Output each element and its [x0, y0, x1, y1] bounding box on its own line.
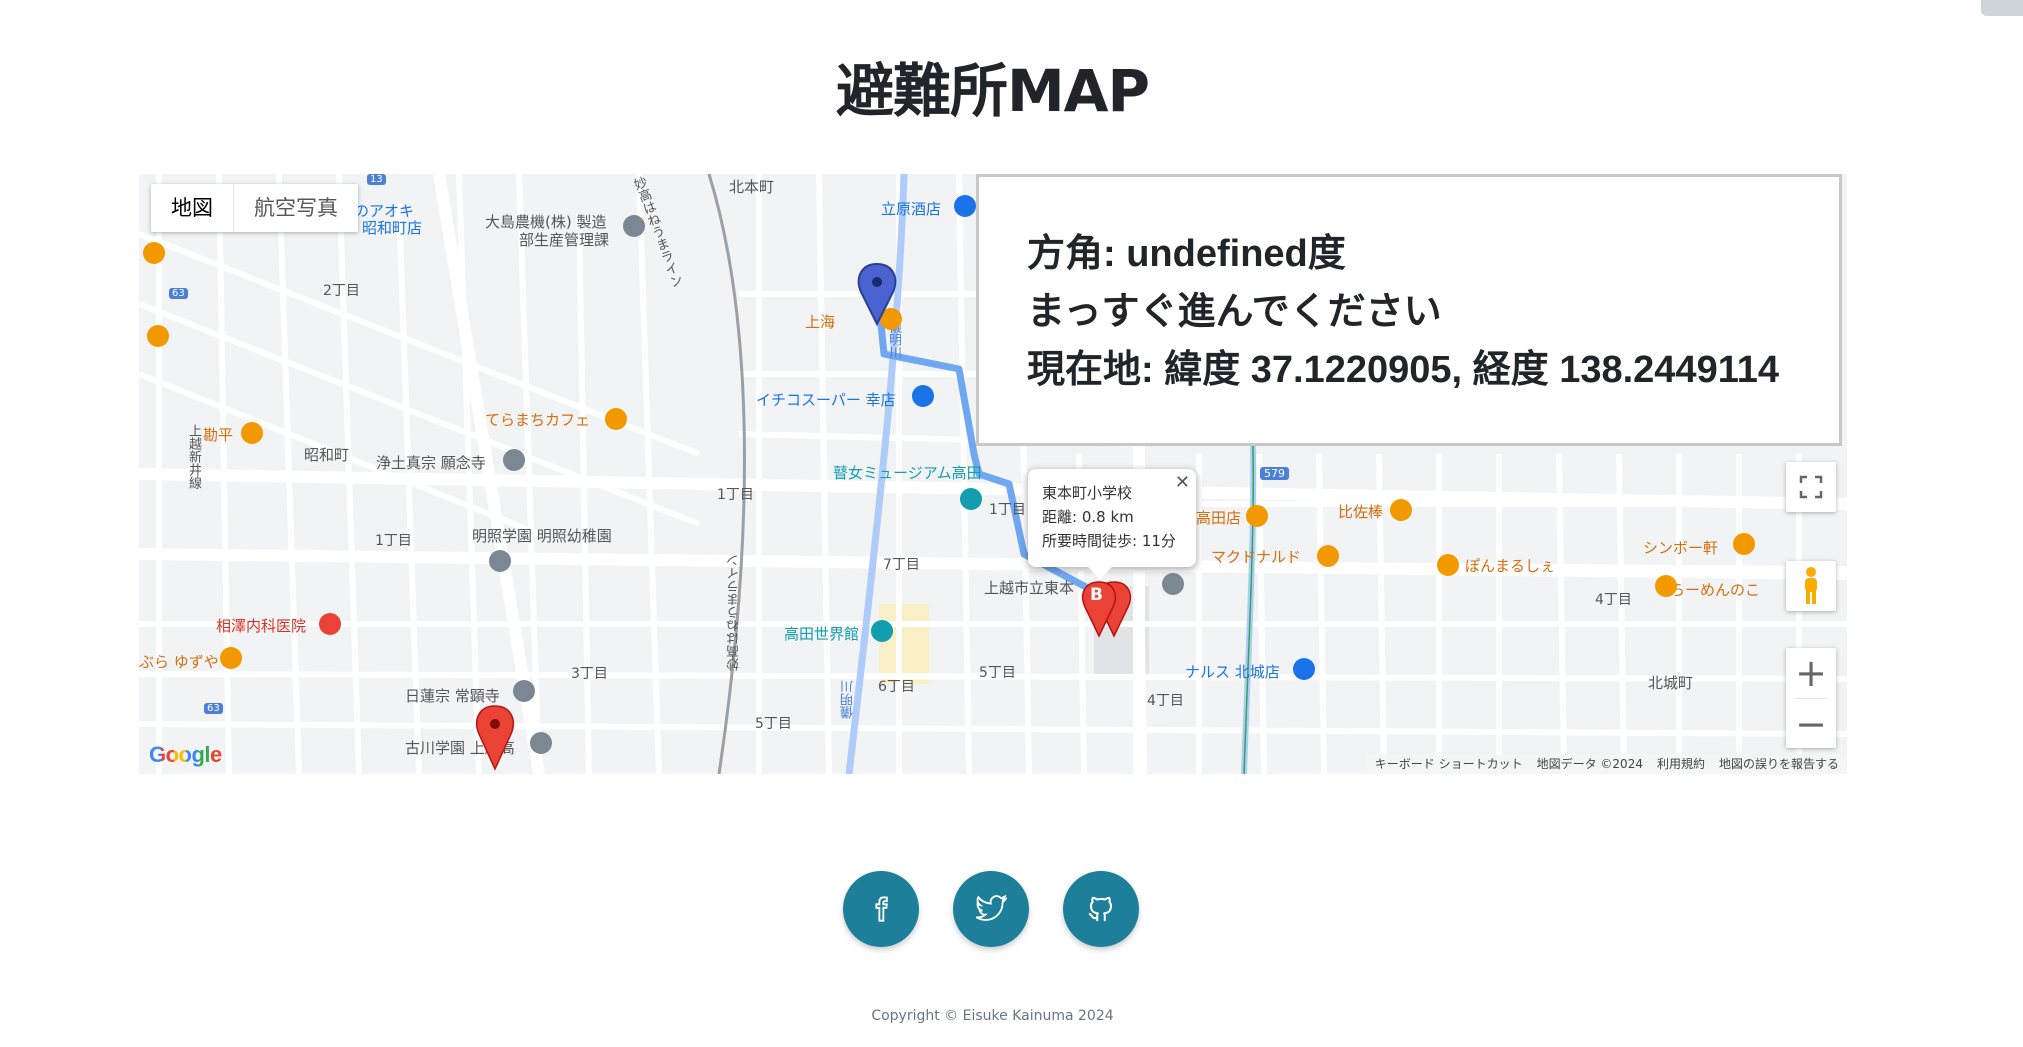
- google-logo-text: Google: [149, 742, 222, 767]
- current-location-text: 現在地: 緯度 37.1220905, 経度 138.2449114: [1027, 349, 1780, 391]
- hospital-icon: [319, 613, 341, 635]
- map-type-control: 地図 航空写真: [151, 184, 358, 232]
- zoom-out-button[interactable]: −: [1786, 699, 1836, 749]
- facebook-icon: [875, 896, 888, 922]
- report-error-link[interactable]: 地図の誤りを報告する: [1719, 754, 1839, 774]
- shelter-name: 東本町小学校: [1042, 484, 1133, 502]
- navigation-panel: 方角: undefined度 まっすぐ進んでください 現在地: 緯度 37.12…: [976, 174, 1842, 446]
- google-logo: Google: [149, 742, 222, 768]
- street-view-pegman[interactable]: [1786, 561, 1836, 611]
- fullscreen-icon: [1799, 475, 1823, 499]
- terms-link[interactable]: 利用規約: [1657, 754, 1705, 774]
- map-attribution: キーボード ショートカット 地図データ ©2024 利用規約 地図の誤りを報告す…: [1366, 754, 1847, 774]
- map-type-satellite[interactable]: 航空写真: [234, 184, 358, 232]
- page-title: 避難所MAP: [835, 57, 1150, 125]
- shelter-marker: [475, 705, 515, 771]
- twitter-icon: [975, 895, 1007, 921]
- direction-text: 方角: undefined度: [1027, 233, 1346, 275]
- map-type-map[interactable]: 地図: [151, 184, 234, 232]
- fullscreen-button[interactable]: [1786, 462, 1836, 512]
- keyboard-shortcuts-link[interactable]: キーボード ショートカット: [1375, 754, 1523, 774]
- shelter-marker-label: B: [1090, 585, 1103, 605]
- corner-tab[interactable]: [1981, 0, 2023, 16]
- pegman-icon: [1805, 567, 1817, 604]
- instruction-text: まっすぐ進んでください: [1027, 291, 1442, 333]
- museum-icon: [871, 488, 982, 642]
- zoom-control: + −: [1786, 648, 1836, 748]
- zoom-in-button[interactable]: +: [1786, 648, 1836, 698]
- github-icon: [1088, 896, 1112, 922]
- copyright: Copyright © Eisuke Kainuma 2024: [871, 1008, 1114, 1024]
- map-data-credit: 地図データ ©2024: [1536, 757, 1643, 771]
- shelter-walk-time: 所要時間徒歩: 11分: [1042, 532, 1176, 550]
- twitter-button[interactable]: [953, 871, 1029, 947]
- github-button[interactable]: [1063, 871, 1139, 947]
- close-icon[interactable]: ✕: [1175, 471, 1190, 495]
- shelter-info-window: ✕ 東本町小学校 距離: 0.8 km 所要時間徒歩: 11分: [1028, 469, 1196, 579]
- shelter-distance: 距離: 0.8 km: [1042, 508, 1134, 526]
- facebook-button[interactable]: [843, 871, 919, 947]
